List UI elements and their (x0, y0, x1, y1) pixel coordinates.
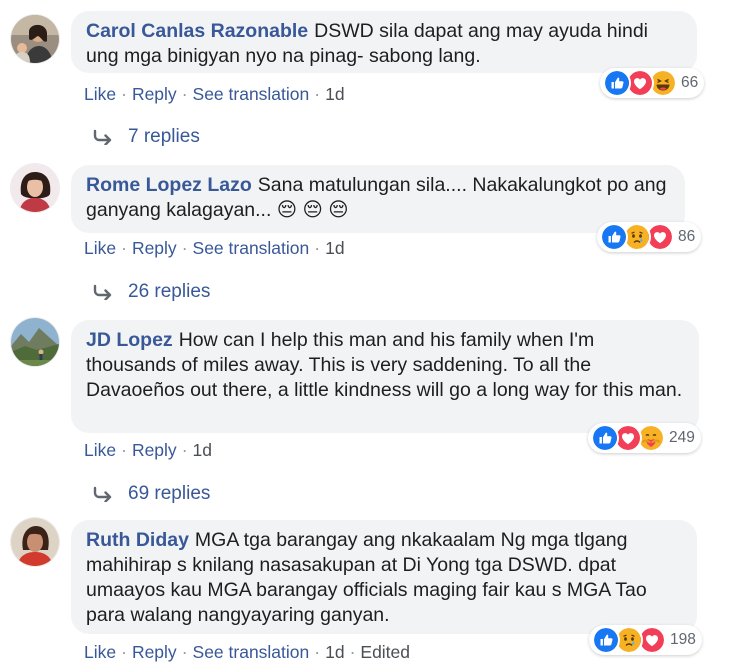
see-translation-link[interactable]: See translation (193, 84, 310, 104)
comment-author[interactable]: JD Lopez (86, 329, 173, 351)
avatar[interactable] (11, 15, 59, 63)
comment-bubble: JD Lopez How can I help this man and his … (71, 320, 699, 433)
reaction-count: 249 (669, 429, 695, 446)
like-link[interactable]: Like (84, 642, 116, 662)
view-replies-link[interactable]: 69 replies (92, 483, 210, 505)
reactions-summary[interactable]: 86 (597, 222, 702, 252)
comment-text: How can I help this man and his family w… (86, 329, 683, 401)
see-translation-link[interactable]: See translation (193, 642, 310, 662)
reactions-summary[interactable]: 66 (600, 68, 705, 98)
comment-bubble: Carol Canlas Razonable DSWD sila dapat an… (71, 11, 697, 73)
like-reaction-icon (591, 424, 619, 452)
like-reaction-icon (603, 69, 631, 97)
like-reaction-icon (592, 626, 620, 654)
comment-bubble: Ruth Diday MGA tga barangay ang nkakaalam… (71, 520, 697, 634)
reply-link[interactable]: Reply (132, 238, 177, 258)
reply-link[interactable]: Reply (132, 642, 177, 662)
edited-label[interactable]: Edited (360, 642, 410, 662)
avatar[interactable] (11, 318, 59, 366)
comment-actions: Like · Reply · See translation · 1d · Edited (84, 642, 411, 662)
replies-count[interactable]: 7 replies (128, 126, 200, 147)
comment-author[interactable]: Ruth Diday (86, 529, 189, 551)
reply-arrow-icon (92, 486, 114, 502)
avatar[interactable] (11, 164, 59, 212)
comment-time[interactable]: 1d (325, 84, 344, 104)
view-replies-link[interactable]: 7 replies (92, 126, 200, 148)
reaction-count: 198 (670, 631, 696, 648)
comment-actions: Like · Reply · 1d (84, 440, 212, 460)
comment-time[interactable]: 1d (325, 642, 344, 662)
like-reaction-icon (600, 223, 628, 251)
reply-link[interactable]: Reply (132, 84, 177, 104)
reaction-count: 66 (681, 74, 699, 91)
comment-author[interactable]: Carol Canlas Razonable (86, 20, 308, 42)
replies-count[interactable]: 69 replies (128, 483, 210, 504)
view-replies-link[interactable]: 26 replies (92, 281, 210, 303)
comment-bubble: Rome Lopez Lazo Sana matulungan sila.... … (71, 165, 685, 233)
reactions-summary[interactable]: 198 (589, 625, 702, 655)
comment-time[interactable]: 1d (325, 238, 344, 258)
replies-count[interactable]: 26 replies (128, 281, 210, 302)
like-link[interactable]: Like (84, 238, 116, 258)
avatar[interactable] (11, 518, 59, 566)
reply-arrow-icon (92, 129, 114, 145)
reply-arrow-icon (92, 284, 114, 300)
comment-actions: Like · Reply · See translation · 1d (84, 238, 345, 258)
reply-link[interactable]: Reply (132, 440, 177, 460)
see-translation-link[interactable]: See translation (193, 238, 310, 258)
like-link[interactable]: Like (84, 84, 116, 104)
comment-author[interactable]: Rome Lopez Lazo (86, 174, 252, 196)
like-link[interactable]: Like (84, 440, 116, 460)
comment-actions: Like · Reply · See translation · 1d (84, 84, 345, 104)
comment-time[interactable]: 1d (193, 440, 212, 460)
reactions-summary[interactable]: 249 (588, 423, 701, 453)
reaction-count: 86 (678, 228, 696, 245)
